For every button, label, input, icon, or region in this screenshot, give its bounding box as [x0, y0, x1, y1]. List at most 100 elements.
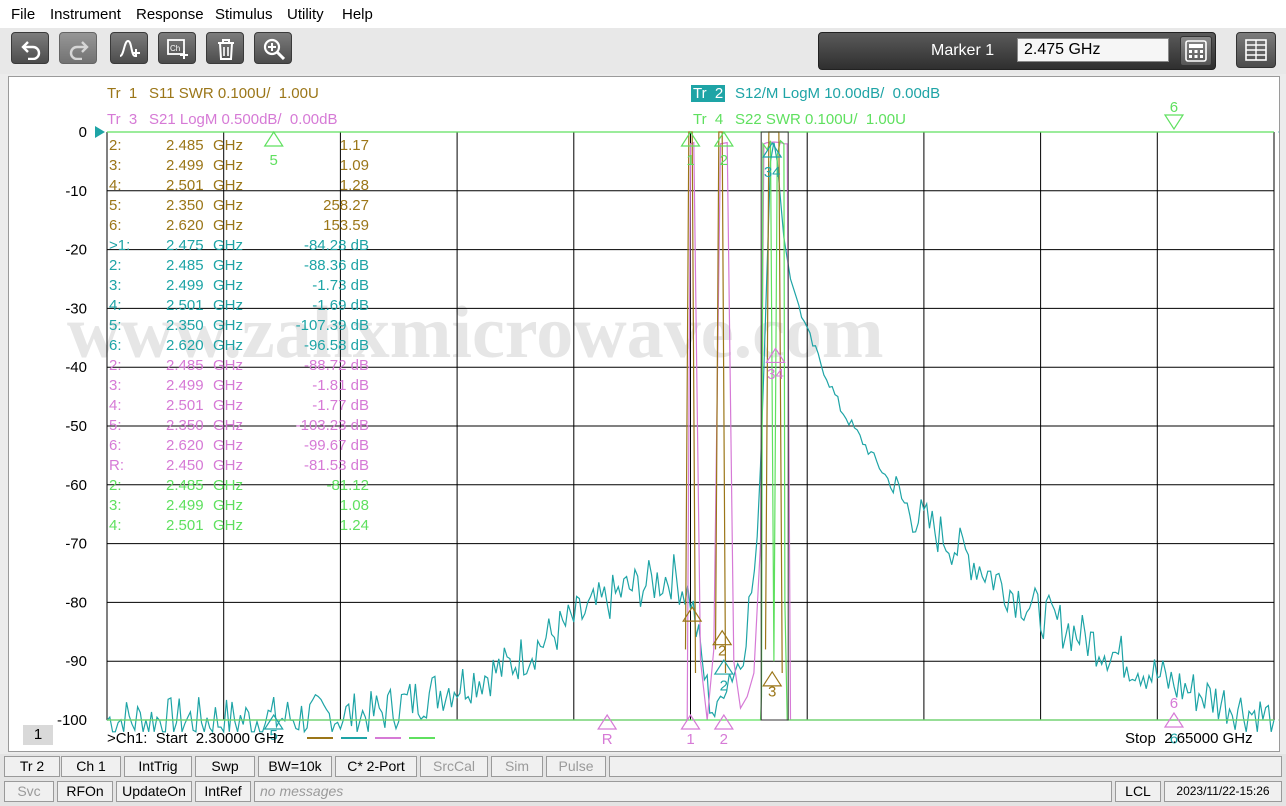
ref-arrow-bottom-icon[interactable] — [1278, 714, 1279, 726]
marker-label: 6 — [1170, 695, 1178, 712]
svc-status[interactable]: Svc — [4, 781, 54, 802]
trace3-id[interactable]: Tr 3 — [107, 111, 137, 128]
marker-table-freq: 2.499 — [166, 377, 204, 394]
marker-table-value: -88.36 dB — [303, 257, 369, 274]
trace-legend-swatches — [307, 737, 435, 739]
trace4-desc: S22 SWR 0.100U/ 1.00U — [735, 111, 906, 128]
marker-table-value: 153.59 — [323, 217, 369, 234]
marker-table-id: 5: — [109, 317, 122, 334]
add-channel-button[interactable]: Ch — [158, 32, 196, 64]
marker-r-icon[interactable] — [597, 713, 618, 730]
marker-6-top-icon[interactable] — [1163, 114, 1185, 131]
menu-stimulus[interactable]: Stimulus — [215, 6, 273, 23]
marker-label: R — [602, 731, 613, 748]
redo-button[interactable] — [59, 32, 97, 64]
trigger-status[interactable]: IntTrig — [124, 756, 192, 777]
layout-button[interactable] — [1236, 32, 1276, 68]
y-tick-label: -30 — [65, 300, 87, 317]
grid-layout-icon — [1245, 39, 1267, 61]
marker-table-value: -103.23 dB — [295, 417, 369, 434]
marker-table-unit: GHz — [213, 237, 243, 254]
marker-label: 34 — [764, 164, 781, 181]
marker-table-value: -88.72 dB — [303, 357, 369, 374]
stop-frequency[interactable]: Stop 2.65000 GHz — [1125, 730, 1253, 747]
marker-5-top-icon[interactable] — [263, 130, 284, 147]
svg-text:Ch: Ch — [170, 44, 180, 53]
lcl-status[interactable]: LCL — [1115, 781, 1161, 802]
marker-table-id: 2: — [109, 357, 122, 374]
trace3-desc: S21 LogM 0.500dB/ 0.00dB — [149, 111, 338, 128]
marker-table-value: -1.73 dB — [312, 277, 369, 294]
marker-table-value: 1.17 — [339, 137, 369, 154]
add-marker-button[interactable] — [110, 32, 148, 64]
zoom-button[interactable] — [254, 32, 292, 64]
marker-table-freq: 2.501 — [166, 397, 204, 414]
add-channel-icon: Ch — [167, 39, 188, 59]
menu-instrument[interactable]: Instrument — [50, 6, 121, 23]
sim-status[interactable]: Sim — [491, 756, 543, 777]
marker-2-mid-icon[interactable] — [713, 658, 734, 675]
marker-table-freq: 2.499 — [166, 277, 204, 294]
update-on-status[interactable]: UpdateOn — [116, 781, 192, 802]
marker-table-value: 1.08 — [339, 497, 369, 514]
start-frequency[interactable]: >Ch1: Start 2.30000 GHz — [107, 730, 284, 747]
bandwidth-status[interactable]: BW=10k — [258, 756, 332, 777]
src-cal-status[interactable]: SrcCal — [420, 756, 488, 777]
trace-selector[interactable]: Tr 2 — [4, 756, 60, 777]
trace2-id[interactable]: Tr 2 — [691, 85, 726, 102]
marker-table-unit: GHz — [213, 357, 243, 374]
marker-table-value: -1.77 dB — [312, 397, 369, 414]
marker-2-top-icon[interactable] — [713, 130, 734, 147]
marker-table-freq: 2.501 — [166, 517, 204, 534]
marker-table-freq: 2.620 — [166, 337, 204, 354]
trace4-id[interactable]: Tr 4 — [693, 111, 723, 128]
calculator-button[interactable] — [1180, 36, 1212, 66]
trace1-id[interactable]: Tr 1 — [107, 85, 137, 102]
menu-response[interactable]: Response — [136, 6, 204, 23]
marker-table-unit: GHz — [213, 397, 243, 414]
marker-table-id: R: — [109, 457, 124, 474]
ref-arrow-left-icon[interactable] — [95, 126, 105, 138]
marker-table-id: >1: — [109, 237, 131, 254]
status-spacer — [609, 756, 1282, 777]
softkey-bar: Tr 2 Ch 1 IntTrig Swp BW=10k C* 2-Port S… — [0, 754, 1286, 779]
add-marker-icon — [119, 39, 140, 57]
trace1-desc: S11 SWR 0.100U/ 1.00U — [149, 85, 319, 102]
marker-table-value: 1.24 — [339, 517, 369, 534]
trash-icon — [218, 39, 234, 60]
marker-table-freq: 2.485 — [166, 357, 204, 374]
marker-label: Marker 1 — [931, 42, 995, 59]
message-area: no messages — [254, 781, 1112, 802]
y-tick-label: -50 — [65, 418, 87, 435]
trace-1-line[interactable] — [714, 131, 727, 673]
marker-label: 1 — [686, 152, 694, 169]
marker-table-id: 2: — [109, 257, 122, 274]
marker-label: 1 — [686, 731, 694, 748]
rf-on-status[interactable]: RFOn — [57, 781, 113, 802]
sweep-status[interactable]: Swp — [195, 756, 255, 777]
marker-table-unit: GHz — [213, 337, 243, 354]
marker-table-value: -84.28 dB — [303, 237, 369, 254]
menu-help[interactable]: Help — [342, 6, 373, 23]
y-tick-label: -10 — [65, 183, 87, 200]
marker-table-unit: GHz — [213, 257, 243, 274]
undo-button[interactable] — [11, 32, 49, 64]
ref-arrow-right-icon[interactable] — [1278, 126, 1279, 138]
int-ref-status[interactable]: IntRef — [195, 781, 251, 802]
marker-table-value: 1.28 — [339, 177, 369, 194]
marker-table-value: -107.39 dB — [295, 317, 369, 334]
channel-number[interactable]: 1 — [23, 725, 53, 745]
channel-selector[interactable]: Ch 1 — [61, 756, 121, 777]
y-tick-label: -70 — [65, 536, 87, 553]
marker-2-bottom-icon[interactable] — [713, 713, 734, 730]
marker-value-input[interactable] — [1017, 38, 1169, 62]
y-tick-label: -90 — [65, 653, 87, 670]
marker-table-value: -81.12 — [326, 477, 369, 494]
y-tick-label: -40 — [65, 359, 87, 376]
menu-file[interactable]: File — [11, 6, 35, 23]
menu-utility[interactable]: Utility — [287, 6, 324, 23]
calibration-status[interactable]: C* 2-Port — [335, 756, 417, 777]
delete-button[interactable] — [206, 32, 244, 64]
pulse-status[interactable]: Pulse — [546, 756, 606, 777]
y-tick-label: -80 — [65, 594, 87, 611]
